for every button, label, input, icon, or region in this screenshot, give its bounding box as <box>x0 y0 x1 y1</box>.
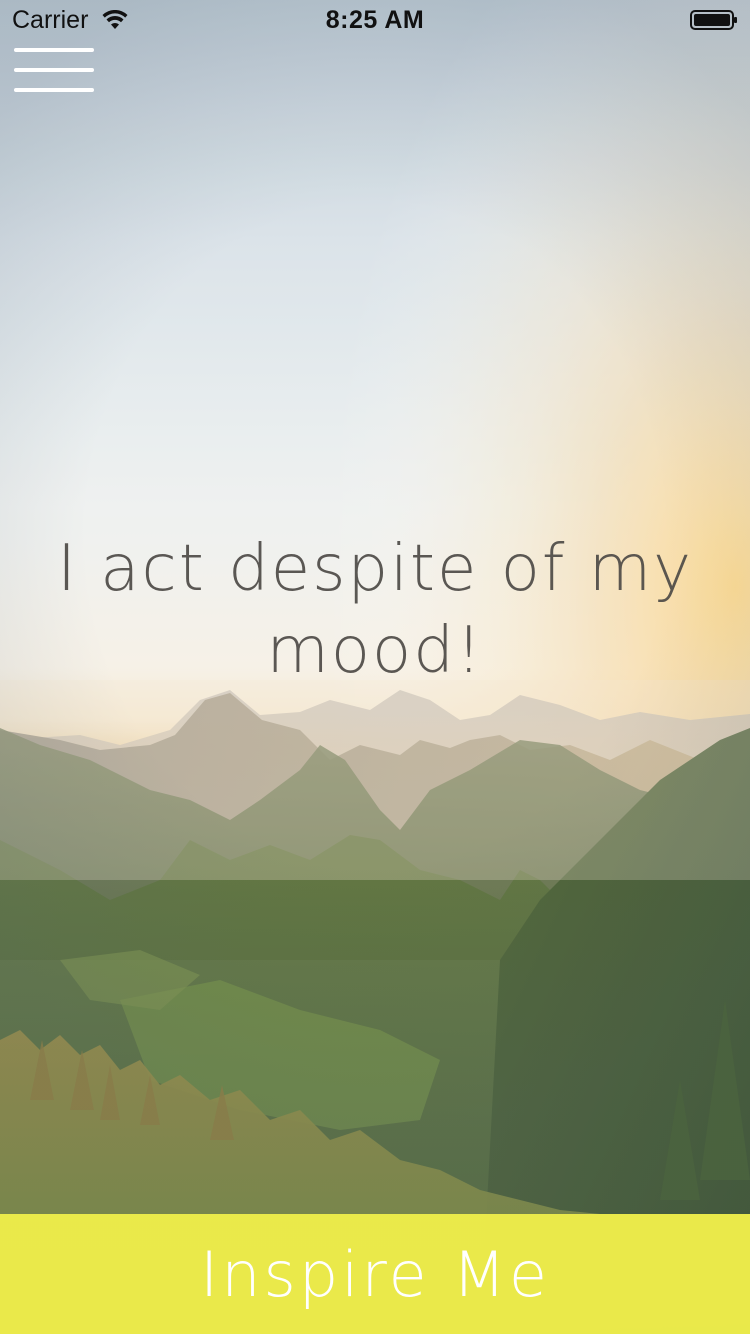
app-screen: Carrier 8:25 AM I act despite of my mood… <box>0 0 750 1334</box>
status-bar: Carrier 8:25 AM <box>0 0 750 40</box>
inspire-me-button[interactable]: Inspire Me <box>0 1214 750 1334</box>
menu-bar-line <box>14 88 94 92</box>
inspire-me-label: Inspire Me <box>199 1237 551 1311</box>
hamburger-menu-icon[interactable] <box>14 46 94 94</box>
menu-bar-line <box>14 68 94 72</box>
battery-icon <box>690 10 737 30</box>
quote-text: I act despite of my mood! <box>57 532 693 688</box>
menu-bar-line <box>14 48 94 52</box>
status-time: 8:25 AM <box>325 6 425 34</box>
